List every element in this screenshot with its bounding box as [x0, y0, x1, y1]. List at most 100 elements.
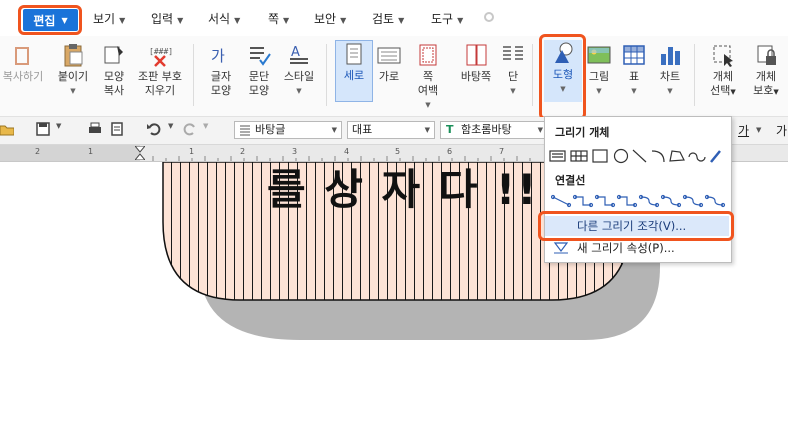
copy-button[interactable]: 복사하기: [0, 42, 46, 84]
redo-icon[interactable]: [182, 121, 198, 137]
svg-text:[###]: [###]: [149, 47, 173, 56]
svg-text:가: 가: [211, 47, 225, 65]
chevron-down-icon: ▼: [340, 16, 347, 25]
ribbon-separator: [532, 44, 533, 106]
menu-page[interactable]: 쪽 ▼: [268, 10, 289, 27]
chevron-down-icon[interactable]: ▼: [168, 122, 173, 130]
print-icon[interactable]: [88, 122, 102, 136]
para-shape-button[interactable]: 문단 모양: [242, 42, 276, 98]
image-icon: [586, 42, 612, 68]
format-copy-label-1: 모양: [103, 70, 125, 83]
save-icon[interactable]: [36, 122, 50, 136]
picture-button[interactable]: 그림 ▼: [585, 42, 613, 98]
page-margin-button[interactable]: 쪽 여백 ▼: [411, 42, 445, 112]
char-shape-button[interactable]: 가 글자 모양: [204, 42, 238, 98]
object-select-label-1: 개체: [712, 70, 734, 83]
format-copy-button[interactable]: 모양 복사: [98, 42, 130, 98]
strike-button[interactable]: 가: [776, 122, 787, 139]
chevron-down-icon: ▼: [331, 126, 337, 134]
ribbon-separator: [694, 44, 695, 106]
chevron-down-icon: ▼: [667, 87, 673, 95]
chevron-down-icon: ▼: [537, 126, 543, 134]
gear-icon[interactable]: [482, 11, 496, 23]
preview-icon[interactable]: [110, 122, 124, 136]
landscape-button[interactable]: 가로: [374, 42, 404, 84]
chevron-down-icon: ▼: [510, 87, 516, 95]
menu-security[interactable]: 보안 ▼: [314, 10, 346, 27]
style-select[interactable]: 바탕글 ▼: [234, 121, 342, 139]
shape-button-highlight: [539, 34, 586, 120]
format-painter-icon: [101, 42, 127, 68]
menu-page-label: 쪽: [268, 12, 280, 26]
new-drawing-properties-item[interactable]: 새 그리기 속성(P)...: [545, 238, 729, 258]
master-page-label: 바탕쪽: [460, 70, 492, 83]
clipboard-icon: [60, 42, 86, 68]
menu-view[interactable]: 보기 ▼: [93, 10, 125, 27]
menu-review[interactable]: 검토 ▼: [372, 10, 404, 27]
clear-marks-button[interactable]: [###] 조판 부호 지우기: [134, 42, 186, 98]
chevron-down-icon[interactable]: ▼: [203, 122, 208, 130]
menu-insert[interactable]: 입력 ▼: [151, 10, 183, 27]
clear-label-1: 조판 부호: [138, 70, 182, 83]
page-margin-label-1: 쪽: [422, 70, 434, 83]
copy-icon: [10, 42, 36, 68]
landscape-page-icon: [376, 42, 402, 68]
chevron-down-icon[interactable]: ▼: [56, 122, 61, 130]
chart-button[interactable]: 차트 ▼: [655, 42, 685, 98]
menu-insert-label: 입력: [151, 12, 174, 26]
object-protect-button[interactable]: 개체 보호▼: [747, 42, 785, 99]
chevron-down-icon: ▼: [234, 16, 241, 25]
para-shape-icon: [246, 42, 272, 68]
ribbon-toolbar: 복사하기 붙이기 ▼ 모양 복사 [###] 조판 부호 지우기 가 글자 모양 문단 모…: [0, 36, 788, 117]
column-button[interactable]: 단 ▼: [500, 42, 526, 98]
drawing-properties-icon: [553, 241, 569, 255]
object-protect-label-1: 개체: [755, 70, 777, 83]
portrait-button[interactable]: 세로: [335, 40, 373, 102]
underline-button[interactable]: 가: [738, 122, 749, 139]
portrait-label: 세로: [343, 69, 365, 82]
ribbon-separator: [326, 44, 327, 106]
chevron-down-icon: ▼: [296, 87, 302, 95]
chevron-down-icon: ▼: [424, 126, 430, 134]
edit-menu-highlight: [18, 5, 82, 35]
menu-format-label: 서식: [208, 12, 231, 26]
char-shape-label-1: 글자: [210, 70, 232, 83]
style-icon: A: [286, 42, 312, 68]
chevron-down-icon: ▼: [283, 16, 290, 25]
connectors-header: 연결선: [555, 174, 586, 187]
object-protect-label-2: 보호: [753, 84, 774, 97]
object-select-button[interactable]: 개체 선택▼: [704, 42, 742, 99]
chevron-down-icon: ▼: [730, 88, 736, 96]
chevron-down-icon: ▼: [425, 101, 431, 109]
paste-label: 붙이기: [57, 70, 89, 83]
menu-format[interactable]: 서식 ▼: [208, 10, 240, 27]
style-label: 스타일: [283, 70, 315, 83]
ruler-tick: 1: [88, 147, 94, 156]
chevron-down-icon: ▼: [398, 16, 405, 25]
chevron-down-icon: ▼: [70, 87, 76, 95]
undo-icon[interactable]: [146, 121, 162, 137]
document-heading-text[interactable]: 를 상 자 다 !!: [267, 168, 538, 212]
grid-tool: [570, 150, 588, 162]
paragraph-style-icon: [239, 124, 251, 141]
lock-icon: [753, 42, 779, 68]
chevron-down-icon: ▼: [631, 87, 637, 95]
select-object-icon: [710, 42, 736, 68]
menu-bar: 편집 ▼ 보기 ▼ 입력 ▼ 서식 ▼ 쪽 ▼ 보안 ▼ 검토 ▼ 도구 ▼: [0, 0, 788, 36]
menu-tools[interactable]: 도구 ▼: [431, 10, 463, 27]
menu-security-label: 보안: [314, 12, 337, 26]
style-button[interactable]: A 스타일 ▼: [280, 42, 318, 98]
master-page-button[interactable]: 바탕쪽: [454, 42, 498, 84]
drawing-objects-header: 그리기 개체: [555, 126, 610, 139]
language-select[interactable]: 대표 ▼: [347, 121, 435, 139]
font-select-value: 함초롬바탕: [461, 123, 512, 136]
textbox-tool: [549, 150, 566, 162]
folder-icon[interactable]: [0, 122, 15, 136]
chevron-down-icon[interactable]: ▼: [756, 126, 761, 134]
column-label: 단: [507, 70, 519, 83]
connector-tools-row: [550, 193, 727, 209]
paste-button[interactable]: 붙이기 ▼: [53, 42, 93, 98]
table-button[interactable]: 표 ▼: [620, 42, 648, 98]
chevron-down-icon: ▼: [177, 16, 184, 25]
font-select[interactable]: T 함초롬바탕 ▼: [440, 121, 548, 139]
